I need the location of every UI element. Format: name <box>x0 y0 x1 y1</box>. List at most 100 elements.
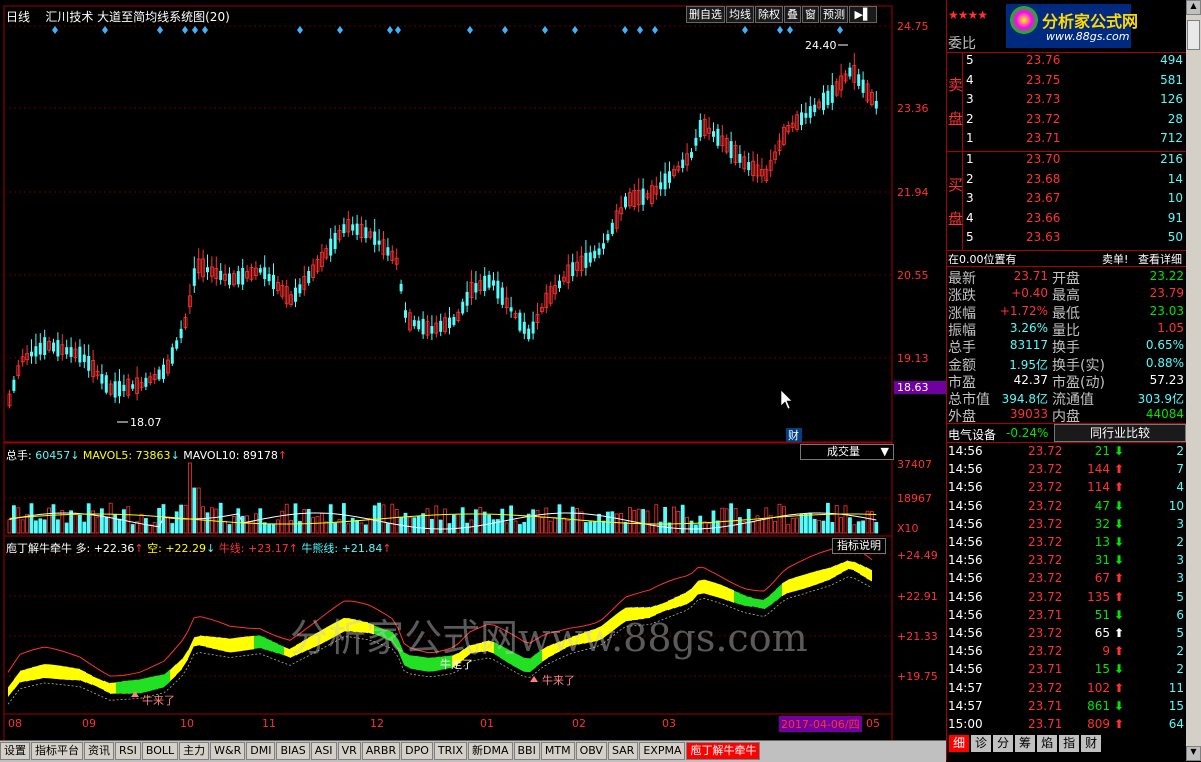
indicator-tab[interactable]: DMI <box>246 742 276 760</box>
scroll-down-icon[interactable]: ▼ <box>1186 746 1201 761</box>
arrow-down-icon: ⬇ <box>1114 516 1125 531</box>
sector-name: 电气设备 <box>948 428 997 442</box>
date-label: 05 <box>866 717 880 730</box>
indicator-tab[interactable]: 新DMA <box>468 742 513 760</box>
buy-label: 买 <box>948 176 964 194</box>
bid-price: 23.70 <box>1026 152 1061 166</box>
tick-count: 6 <box>1176 607 1184 622</box>
indicator-tab[interactable]: RSI <box>115 742 141 760</box>
stat-value: 83117 <box>1009 338 1048 353</box>
stat-value: 23.71 <box>1013 269 1048 283</box>
tick-count: 64 <box>1168 717 1184 731</box>
quote-tab[interactable]: 财 <box>1081 735 1102 752</box>
price-axis-label: 19.13 <box>897 352 929 365</box>
period-label[interactable]: 日线 <box>6 10 30 24</box>
scrollbar[interactable]: ▲ ▼ <box>1186 0 1201 761</box>
weibi-label: 委比 <box>948 36 976 52</box>
bid-price: 23.68 <box>1026 171 1061 186</box>
scroll-up-icon[interactable]: ▲ <box>1186 0 1201 15</box>
date-label: 08 <box>8 717 22 730</box>
ask-volume: 126 <box>1160 92 1183 107</box>
quote-tab[interactable]: 焰 <box>1037 735 1058 752</box>
indicator-tab[interactable]: 资讯 <box>84 742 114 760</box>
indicator-tab[interactable]: BIAS <box>276 742 310 760</box>
indicator-tab[interactable]: DPO <box>401 742 433 760</box>
bid-volume: 14 <box>1167 171 1183 186</box>
volume-indicator-select[interactable]: 成交量 ▼ <box>800 444 894 460</box>
indicator-title: 庖丁解牛牵牛 多: +22.36↑ 空: +22.29↓ 牛线: +23.17↑… <box>6 542 392 555</box>
date-label: 10 <box>180 717 194 730</box>
ma-button[interactable]: 均线 <box>726 6 754 23</box>
tick-time: 14:56 <box>948 571 983 586</box>
tick-time: 14:56 <box>948 626 983 640</box>
quote-tab[interactable]: 细 <box>949 735 970 752</box>
signal-label-3: 牛来了 <box>542 673 575 687</box>
forecast-button[interactable]: 预测 <box>820 6 848 23</box>
tick-count: 5 <box>1176 626 1184 640</box>
price-grid <box>4 25 892 677</box>
finance-marker[interactable]: 财 <box>788 428 799 442</box>
indicator-tab[interactable]: OBV <box>575 742 607 760</box>
tick-time: 14:56 <box>948 462 983 477</box>
indicator-tab[interactable]: 设置 <box>0 742 30 760</box>
indicator-tab[interactable]: EXPMA <box>639 742 686 760</box>
tick-count: 3 <box>1176 553 1184 568</box>
stat-value: 0.88% <box>1145 355 1184 370</box>
indicator-help-button[interactable]: 指标说明 <box>832 538 886 554</box>
indicator-axis-label: +21.33 <box>897 630 938 643</box>
indicator-tab[interactable]: ASI <box>310 742 337 760</box>
tick-count: 2 <box>1176 644 1184 659</box>
quote-tab[interactable]: 筹 <box>1015 735 1036 752</box>
arrow-up-icon: ⬆ <box>1114 717 1125 731</box>
remove-watchlist-button[interactable]: 删自选 <box>686 6 725 23</box>
arrow-up-icon: ⬆ <box>1114 680 1125 695</box>
compare-button[interactable]: 同行业比较 <box>1054 424 1186 442</box>
quote-tab[interactable]: 诊 <box>971 735 992 752</box>
bid-level: 1 <box>966 152 974 166</box>
arrow-right-icon[interactable]: ▶▌ <box>849 6 877 23</box>
indicator-tab[interactable]: 庖丁解牛牵牛 <box>686 742 761 760</box>
indicator-tab[interactable]: BOLL <box>141 742 179 760</box>
indicator-tab[interactable]: BBI <box>513 742 540 760</box>
price-axis-label: 21.94 <box>897 186 929 199</box>
logo-url: www.88gs.com <box>1046 30 1130 43</box>
divider <box>946 266 1186 267</box>
tick-volume: 65 <box>1094 626 1110 640</box>
indicator-tabs: 设置 指标平台 资讯 RSI BOLL 主力 W&R DMI BIAS ASI VR ARBR DPO T… <box>0 740 946 762</box>
arrow-down-icon: ⬇ <box>1114 444 1125 458</box>
indicator-tab[interactable]: SAR <box>607 742 639 760</box>
chevron-down-icon: ▼ <box>880 445 889 458</box>
arrow-up-icon: ⬆ <box>1114 589 1125 604</box>
tick-volume: 809 <box>1087 717 1110 731</box>
date-label: 02 <box>572 717 586 730</box>
quote-tab[interactable]: 分 <box>993 735 1014 752</box>
indicator-tab[interactable]: 主力 <box>179 742 210 760</box>
price-axis-label: 23.36 <box>897 102 929 115</box>
bid-price: 23.66 <box>1026 210 1061 225</box>
indicator-tab[interactable]: MTM <box>540 742 575 760</box>
ask-price: 23.71 <box>1026 131 1061 146</box>
chart-title-bar: 日线 汇川技术 大道至简均线系统图(20) <box>6 8 230 25</box>
tick-time: 14:56 <box>948 662 983 677</box>
ask-price: 23.76 <box>1026 53 1061 67</box>
indicator-tab[interactable]: VR <box>337 742 361 760</box>
stat-value: 57.23 <box>1149 372 1184 387</box>
indicator-tab[interactable]: ARBR <box>361 742 401 760</box>
indicator-tab[interactable]: W&R <box>210 742 246 760</box>
ex-rights-button[interactable]: 除权 <box>755 6 783 23</box>
stat-value: 303.9亿 <box>1137 392 1184 407</box>
indicator-signal-labels: 牛来了 牛走了 牛来了 <box>131 657 575 707</box>
stat-value: +0.40 <box>1011 286 1048 301</box>
quote-tab[interactable]: 指 <box>1059 735 1080 752</box>
indicator-tab[interactable]: TRIX <box>433 742 468 760</box>
tick-time: 14:56 <box>948 607 983 622</box>
arrow-up-icon: ⬆ <box>1114 571 1125 586</box>
scroll-thumb[interactable] <box>1187 20 1200 50</box>
tick-volume: 102 <box>1087 680 1110 695</box>
indicator-tab[interactable]: 指标平台 <box>31 742 83 760</box>
detail-link[interactable]: 查看详细 <box>1138 251 1182 267</box>
tick-count: 5 <box>1176 589 1184 604</box>
window-button[interactable]: 窗 <box>802 6 819 23</box>
bid-price: 23.63 <box>1026 230 1061 245</box>
overlay-button[interactable]: 叠 <box>784 6 801 23</box>
